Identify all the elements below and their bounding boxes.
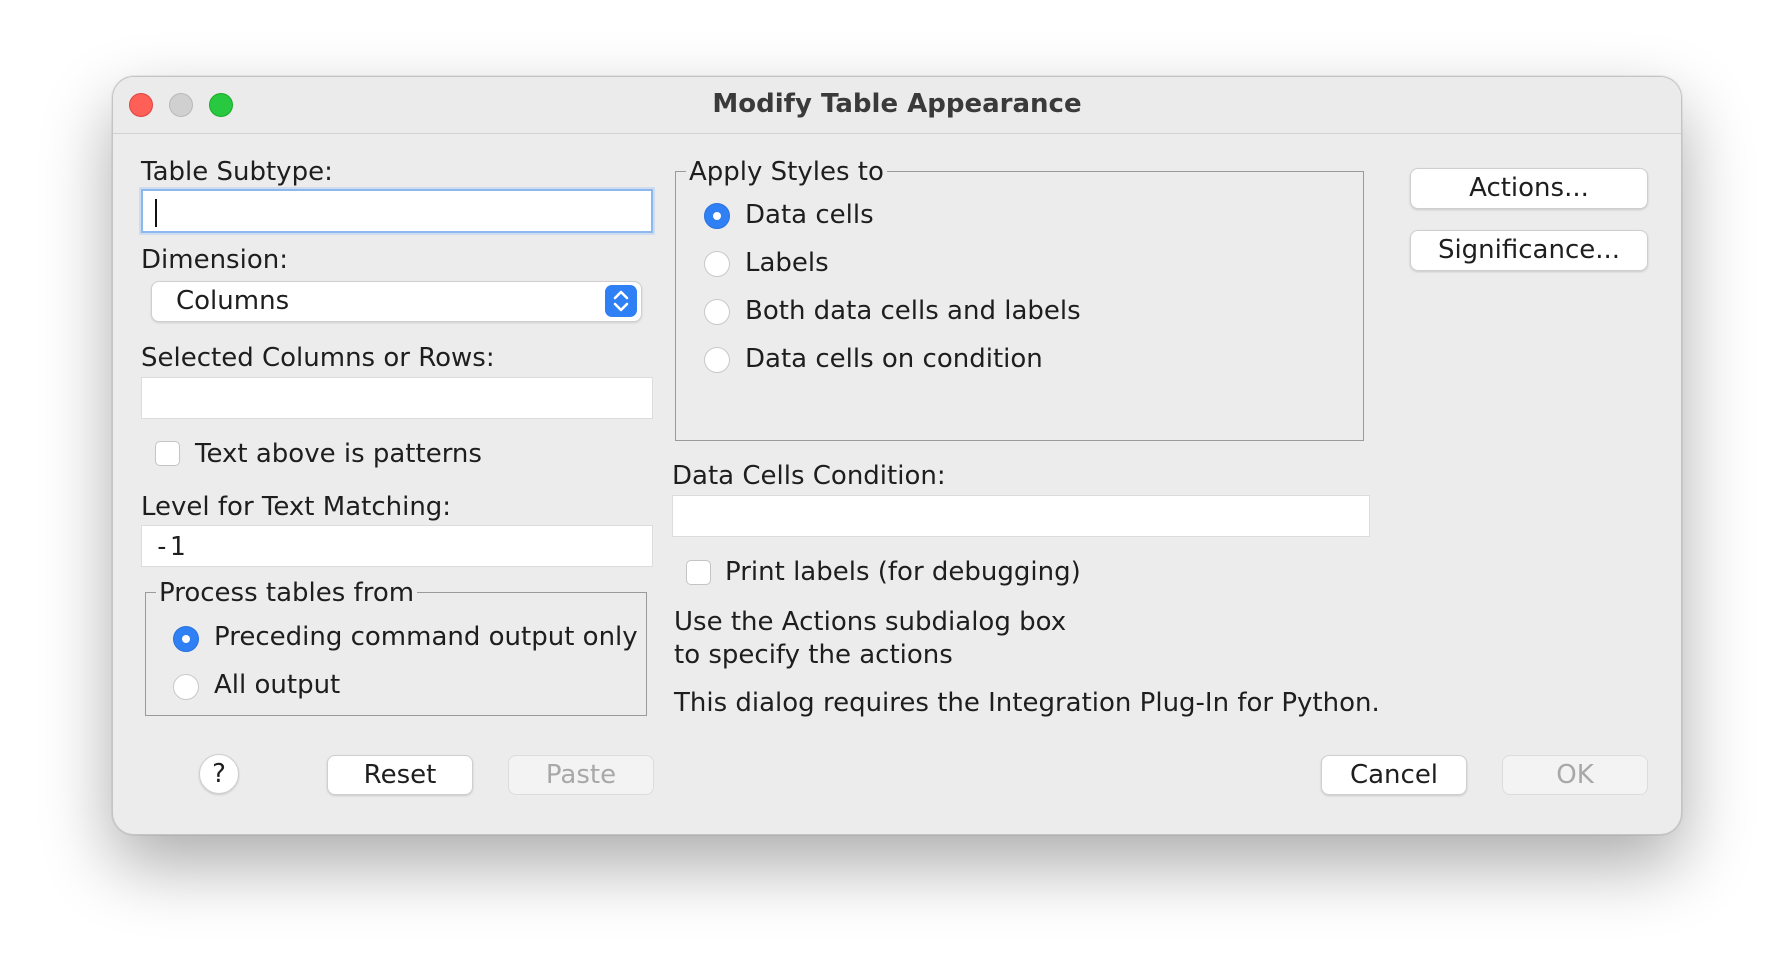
- info-text-line2: to specify the actions: [674, 640, 953, 670]
- level-text-matching-label: Level for Text Matching:: [141, 492, 452, 522]
- all-output-radio[interactable]: [173, 674, 199, 700]
- significance-button[interactable]: Significance...: [1410, 230, 1648, 271]
- dimension-select[interactable]: Columns: [151, 281, 642, 322]
- labels-radio[interactable]: [704, 251, 730, 277]
- ok-button[interactable]: OK: [1502, 755, 1648, 795]
- process-tables-legend: Process tables from: [156, 578, 418, 608]
- up-down-chevron-icon: [605, 285, 637, 317]
- dimension-label: Dimension:: [141, 245, 288, 275]
- data-cells-radio[interactable]: [704, 203, 730, 229]
- print-labels-label: Print labels (for debugging): [725, 557, 1081, 587]
- cells-on-condition-radio[interactable]: [704, 347, 730, 373]
- title-bar: Modify Table Appearance: [113, 77, 1681, 134]
- both-cells-labels-label: Both data cells and labels: [745, 296, 1081, 326]
- paste-button[interactable]: Paste: [508, 755, 654, 795]
- window-title: Modify Table Appearance: [712, 89, 1082, 119]
- apply-styles-legend: Apply Styles to: [686, 157, 887, 187]
- level-text-matching-value: -1: [154, 532, 186, 562]
- data-cells-label: Data cells: [745, 200, 874, 230]
- actions-button[interactable]: Actions...: [1410, 168, 1648, 209]
- data-cells-condition-label: Data Cells Condition:: [672, 461, 946, 491]
- plugin-requirement-text: This dialog requires the Integration Plu…: [674, 688, 1380, 718]
- dialog-window: Modify Table Appearance Table Subtype: D…: [112, 76, 1682, 835]
- reset-button[interactable]: Reset: [327, 755, 473, 795]
- text-above-patterns-checkbox[interactable]: [155, 441, 180, 466]
- both-cells-labels-radio[interactable]: [704, 299, 730, 325]
- all-output-label: All output: [214, 670, 341, 700]
- table-subtype-input[interactable]: [141, 189, 653, 233]
- level-text-matching-input[interactable]: -1: [141, 525, 653, 567]
- preceding-output-label: Preceding command output only: [214, 622, 638, 652]
- help-button[interactable]: ?: [199, 754, 239, 794]
- selected-columns-rows-input[interactable]: [141, 377, 653, 419]
- cells-on-condition-label: Data cells on condition: [745, 344, 1043, 374]
- selected-columns-rows-label: Selected Columns or Rows:: [141, 343, 495, 373]
- table-subtype-label: Table Subtype:: [141, 157, 333, 187]
- text-caret: [155, 199, 157, 227]
- print-labels-checkbox[interactable]: [686, 560, 711, 585]
- labels-label: Labels: [745, 248, 829, 278]
- preceding-output-radio[interactable]: [173, 626, 199, 652]
- text-above-patterns-label: Text above is patterns: [195, 439, 482, 469]
- data-cells-condition-input[interactable]: [672, 495, 1370, 537]
- dimension-selected-value: Columns: [176, 286, 290, 316]
- cancel-button[interactable]: Cancel: [1321, 755, 1467, 795]
- info-text-line1: Use the Actions subdialog box: [674, 607, 1067, 637]
